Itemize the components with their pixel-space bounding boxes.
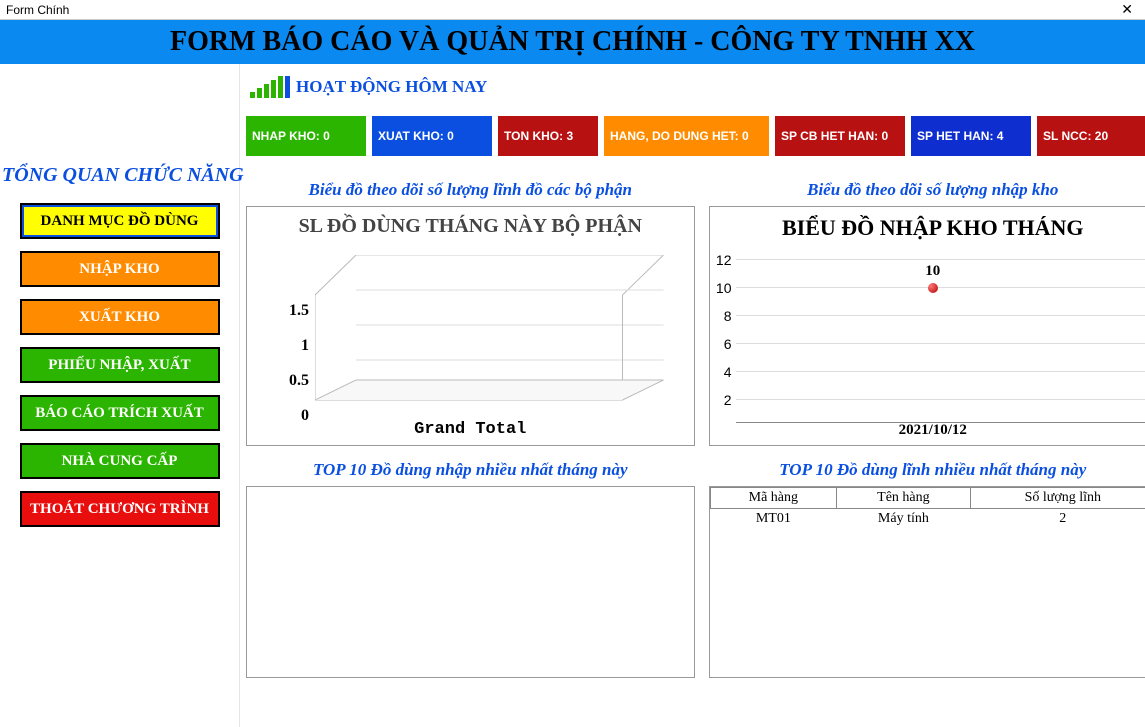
data-point xyxy=(928,283,938,293)
stat-hang-het: HANG, DO DUNG HET: 0 xyxy=(604,116,769,156)
top-right-title: TOP 10 Đồ dùng lĩnh nhiều nhất tháng này xyxy=(709,460,1145,480)
ytick: 8 xyxy=(712,308,732,324)
top-right-list: Mã hàng Tên hàng Số lượng lĩnh MT01 Máy … xyxy=(709,486,1145,678)
chart-right-title: BIỂU ĐỒ NHẬP KHO THÁNG xyxy=(710,207,1145,241)
window-title: Form Chính xyxy=(6,3,69,17)
stat-nhap-kho: NHAP KHO: 0 xyxy=(246,116,366,156)
cell-sl-linh: 2 xyxy=(970,509,1145,530)
close-icon[interactable]: ✕ xyxy=(1115,1,1139,18)
nav-nhap-kho[interactable]: NHẬP KHO xyxy=(20,251,220,287)
th-sl-linh: Số lượng lĩnh xyxy=(970,488,1145,509)
ytick: 10 xyxy=(712,280,732,296)
ytick: 12 xyxy=(712,252,732,268)
ytick: 6 xyxy=(712,336,732,352)
ytick: 1.5 xyxy=(259,302,309,320)
right-column: Biểu đồ theo dõi số lượng nhập kho BIỂU … xyxy=(709,180,1145,678)
nav-bao-cao[interactable]: BÁO CÁO TRÍCH XUẤT xyxy=(20,395,220,431)
stat-xuat-kho: XUAT KHO: 0 xyxy=(372,116,492,156)
chart-right-panel-title: Biểu đồ theo dõi số lượng nhập kho xyxy=(709,180,1145,200)
ytick: 0.5 xyxy=(259,372,309,390)
left-column: Biểu đồ theo dõi số lượng lĩnh đồ các bộ… xyxy=(246,180,695,678)
cell-ma-hang: MT01 xyxy=(710,509,837,530)
ytick: 4 xyxy=(712,364,732,380)
nav-phieu-nhap-xuat[interactable]: PHIẾU NHẬP, XUẤT xyxy=(20,347,220,383)
nav-nha-cung-cap[interactable]: NHÀ CUNG CẤP xyxy=(20,443,220,479)
activity-header: HOẠT ĐỘNG HÔM NAY xyxy=(250,76,1145,98)
stats-row: NHAP KHO: 0 XUAT KHO: 0 TON KHO: 3 HANG,… xyxy=(246,116,1145,156)
table-row: MT01 Máy tính 2 xyxy=(710,509,1145,530)
chart-left-xlabel: Grand Total xyxy=(247,420,694,439)
bars-icon xyxy=(250,76,290,98)
sidebar-header: TỔNG QUAN CHỨC NĂNG xyxy=(2,164,233,187)
cell-ten-hang: Máy tính xyxy=(837,509,970,530)
nav-thoat[interactable]: THOÁT CHƯƠNG TRÌNH xyxy=(20,491,220,527)
stat-ton-kho: TON KHO: 3 xyxy=(498,116,598,156)
nav-danh-muc[interactable]: DANH MỤC ĐỒ DÙNG xyxy=(20,203,220,239)
top-left-title: TOP 10 Đồ dùng nhập nhiều nhất tháng này xyxy=(246,460,695,480)
stat-sl-ncc: SL NCC: 20 xyxy=(1037,116,1145,156)
data-point-label: 10 xyxy=(925,263,940,280)
chart-right: BIỂU ĐỒ NHẬP KHO THÁNG 12 10 8 6 4 2 10 xyxy=(709,206,1145,446)
ytick: 2 xyxy=(712,392,732,408)
chart-left: SL ĐỒ DÙNG THÁNG NÀY BỘ PHẬN 1.5 1 0.5 0 xyxy=(246,206,695,446)
content-area: HOẠT ĐỘNG HÔM NAY NHAP KHO: 0 XUAT KHO: … xyxy=(240,64,1145,727)
top-left-list xyxy=(246,486,695,678)
nav-xuat-kho[interactable]: XUẤT KHO xyxy=(20,299,220,335)
chart-left-panel-title: Biểu đồ theo dõi số lượng lĩnh đồ các bộ… xyxy=(246,180,695,200)
ytick: 1 xyxy=(259,337,309,355)
banner-title: FORM BÁO CÁO VÀ QUẢN TRỊ CHÍNH - CÔNG TY… xyxy=(0,20,1145,64)
th-ten-hang: Tên hàng xyxy=(837,488,970,509)
sidebar: TỔNG QUAN CHỨC NĂNG DANH MỤC ĐỒ DÙNG NHẬ… xyxy=(0,64,240,727)
stat-sp-het: SP HET HAN: 4 xyxy=(911,116,1031,156)
activity-label: HOẠT ĐỘNG HÔM NAY xyxy=(296,77,487,97)
window-titlebar: Form Chính ✕ xyxy=(0,0,1145,20)
chart-right-xlabel: 2021/10/12 xyxy=(710,422,1145,439)
th-ma-hang: Mã hàng xyxy=(710,488,837,509)
stat-sp-cb-het: SP CB HET HAN: 0 xyxy=(775,116,905,156)
top-right-table: Mã hàng Tên hàng Số lượng lĩnh MT01 Máy … xyxy=(710,487,1145,529)
plot-3d-area xyxy=(315,255,664,415)
chart-left-title: SL ĐỒ DÙNG THÁNG NÀY BỘ PHẬN xyxy=(247,207,694,238)
